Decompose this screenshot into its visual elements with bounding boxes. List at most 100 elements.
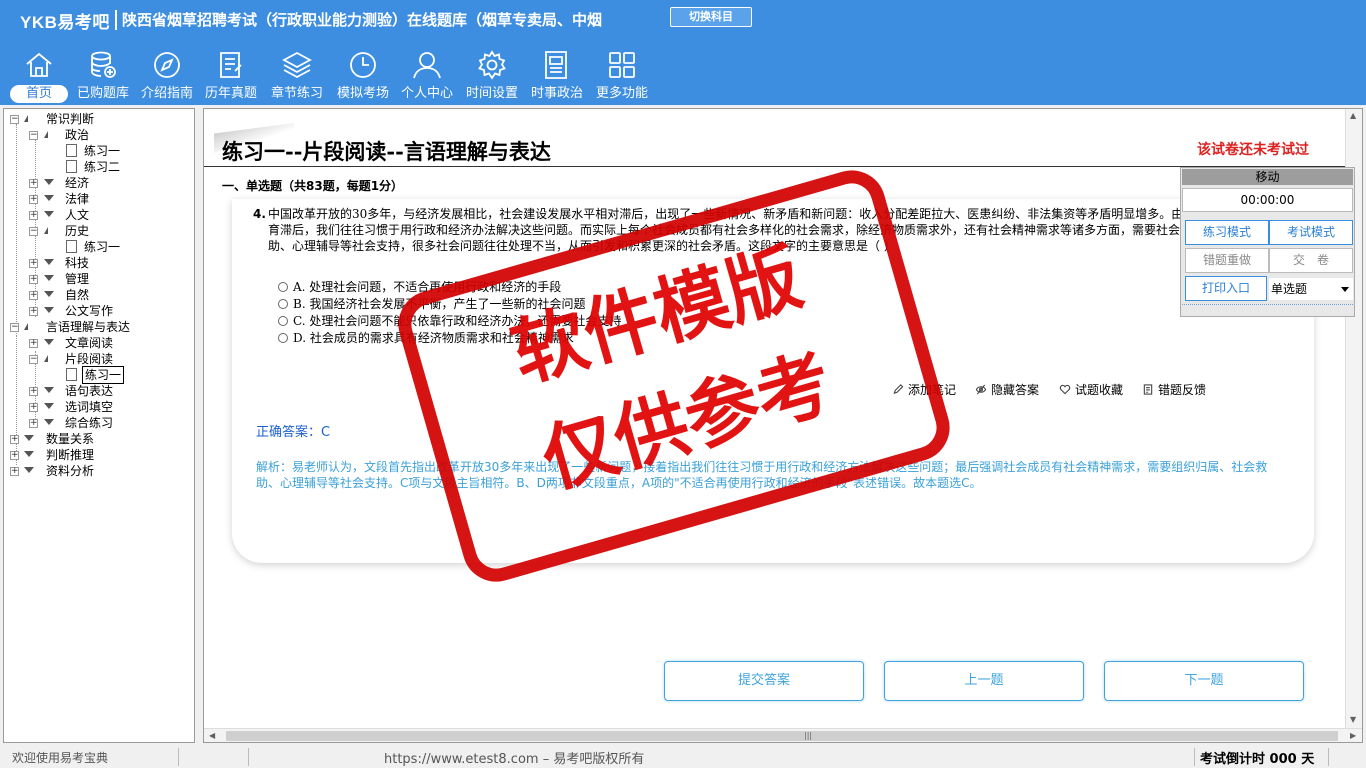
submit-answer-button[interactable]: 提交答案 — [664, 661, 864, 701]
practice-mode-button[interactable]: 练习模式 — [1185, 220, 1269, 245]
page-title: 练习一--片段阅读--言语理解与表达 — [222, 139, 551, 164]
action-label: 隐藏答案 — [991, 383, 1040, 397]
tree-node-official-writing[interactable]: + 公文写作 — [4, 303, 194, 319]
tree-node-passage-reading[interactable]: − 片段阅读 — [4, 351, 194, 367]
redo-wrong-button[interactable]: 错题重做 — [1185, 248, 1269, 273]
status-divider — [1194, 748, 1195, 766]
radio-button[interactable] — [278, 282, 288, 292]
tree-node-label: 数量关系 — [46, 432, 95, 446]
document-icon — [66, 240, 77, 253]
scroll-down-arrow-icon[interactable]: ▼ — [1350, 715, 1356, 724]
nav-past-exams[interactable]: 历年真题 — [200, 47, 262, 105]
nav-chapter-practice[interactable]: 章节练习 — [264, 47, 330, 105]
tree-node-data-analysis[interactable]: + 资料分析 — [4, 463, 194, 479]
expand-toggle[interactable]: + — [29, 275, 38, 284]
tree-node-verbal[interactable]: − 言语理解与表达 — [4, 319, 194, 335]
tree-node-word-filling[interactable]: + 选词填空 — [4, 399, 194, 415]
tree-node-label: 经济 — [65, 176, 90, 190]
tree-node-sentence-expression[interactable]: + 语句表达 — [4, 383, 194, 399]
grid-icon — [609, 52, 635, 78]
nav-purchased[interactable]: 已购题库 — [72, 47, 134, 105]
expand-toggle[interactable]: + — [29, 339, 38, 348]
user-icon — [413, 52, 441, 79]
exam-paper-icon — [220, 52, 242, 78]
tree-node-label: 片段阅读 — [65, 352, 114, 366]
tree-node-common-sense[interactable]: − 常识判断 — [4, 111, 194, 127]
tree-node-exercise[interactable]: 练习二 — [4, 159, 194, 175]
tree-node-label: 练习一 — [82, 366, 125, 384]
tree-node-label: 言语理解与表达 — [46, 320, 131, 334]
nav-current-affairs[interactable]: 时事政治 — [526, 47, 588, 105]
collapsed-arrow-icon — [44, 387, 54, 393]
collapsed-arrow-icon — [44, 211, 54, 217]
expand-toggle[interactable]: + — [29, 387, 38, 396]
expand-toggle[interactable]: + — [29, 259, 38, 268]
tree-node-article-reading[interactable]: + 文章阅读 — [4, 335, 194, 351]
next-question-button[interactable]: 下一题 — [1104, 661, 1304, 701]
tree-node-nature[interactable]: + 自然 — [4, 287, 194, 303]
tree-node-economics[interactable]: + 经济 — [4, 175, 194, 191]
tree-node-humanities[interactable]: + 人文 — [4, 207, 194, 223]
tree-node-exercise-selected[interactable]: 练习一 — [4, 366, 194, 384]
tree-node-exercise[interactable]: 练习一 — [4, 239, 194, 255]
collapse-toggle[interactable]: − — [29, 131, 38, 140]
expand-toggle[interactable]: + — [29, 307, 38, 316]
radio-button[interactable] — [278, 316, 288, 326]
expand-toggle[interactable]: + — [29, 179, 38, 188]
horizontal-scrollbar[interactable]: ◀ ||| ▶ — [204, 728, 1362, 742]
previous-question-button[interactable]: 上一题 — [884, 661, 1084, 701]
scroll-right-arrow-icon[interactable]: ▶ — [1350, 731, 1356, 740]
category-tree: − 常识判断 − 政治 练习一 练习二 + 经济 + 法律 + 人文 − 历史 练习一 + 科… — [4, 111, 194, 479]
tree-node-law[interactable]: + 法律 — [4, 191, 194, 207]
hide-answer-link[interactable]: 隐藏答案 — [975, 381, 1039, 398]
collapse-toggle[interactable]: − — [29, 227, 38, 236]
tree-node-exercise[interactable]: 练习一 — [4, 143, 194, 159]
radio-button[interactable] — [278, 299, 288, 309]
exam-mode-button[interactable]: 考试模式 — [1269, 220, 1353, 245]
nav-time-settings[interactable]: 时间设置 — [460, 47, 524, 105]
expand-toggle[interactable]: + — [29, 403, 38, 412]
expand-toggle[interactable]: + — [10, 435, 19, 444]
hand-in-button[interactable]: 交 卷 — [1269, 248, 1353, 273]
category-tree-panel: − 常识判断 − 政治 练习一 练习二 + 经济 + 法律 + 人文 − 历史 练习一 + 科… — [3, 108, 195, 743]
collapsed-arrow-icon — [44, 259, 54, 265]
expand-toggle[interactable]: + — [10, 467, 19, 476]
tree-node-history[interactable]: − 历史 — [4, 223, 194, 239]
tree-node-label: 科技 — [65, 256, 90, 270]
radio-button[interactable] — [278, 333, 288, 343]
expand-toggle[interactable]: + — [29, 291, 38, 300]
panel-move-handle[interactable]: 移动 — [1182, 169, 1353, 185]
favorite-question-link[interactable]: 试题收藏 — [1059, 381, 1123, 398]
tree-node-technology[interactable]: + 科技 — [4, 255, 194, 271]
tree-node-comprehensive[interactable]: + 综合练习 — [4, 415, 194, 431]
collapse-toggle[interactable]: − — [10, 115, 19, 124]
copyright-text: https://www.etest8.com – 易考吧版权所有 — [384, 752, 645, 767]
print-entry-button[interactable]: 打印入口 — [1185, 276, 1267, 301]
horizontal-scroll-thumb[interactable]: ||| — [226, 731, 1338, 741]
tree-node-label: 政治 — [65, 128, 90, 142]
expand-toggle[interactable]: + — [29, 195, 38, 204]
eye-icon — [975, 384, 987, 395]
question-number: 4. — [253, 207, 266, 221]
status-divider — [1328, 748, 1329, 766]
collapse-toggle[interactable]: − — [29, 355, 38, 364]
question-type-select[interactable]: 单选题 — [1269, 278, 1353, 300]
scroll-up-arrow-icon[interactable]: ▲ — [1350, 111, 1356, 120]
expand-toggle[interactable]: + — [29, 211, 38, 220]
nav-more[interactable]: 更多功能 — [590, 47, 654, 105]
tree-node-label: 练习一 — [84, 240, 121, 254]
tree-node-management[interactable]: + 管理 — [4, 271, 194, 287]
tree-node-quantitative[interactable]: + 数量关系 — [4, 431, 194, 447]
error-feedback-link[interactable]: 错题反馈 — [1142, 381, 1206, 398]
nav-mock-exam[interactable]: 模拟考场 — [332, 47, 394, 105]
scroll-left-arrow-icon[interactable]: ◀ — [209, 731, 215, 740]
nav-home[interactable]: 首页 — [8, 47, 70, 105]
tree-node-reasoning[interactable]: + 判断推理 — [4, 447, 194, 463]
expand-toggle[interactable]: + — [10, 451, 19, 460]
collapse-toggle[interactable]: − — [10, 323, 19, 332]
expand-toggle[interactable]: + — [29, 419, 38, 428]
tree-node-politics[interactable]: − 政治 — [4, 127, 194, 143]
nav-personal-center[interactable]: 个人中心 — [396, 47, 458, 105]
nav-guide[interactable]: 介绍指南 — [136, 47, 198, 105]
switch-subject-button[interactable]: 切换科目 — [670, 7, 752, 27]
